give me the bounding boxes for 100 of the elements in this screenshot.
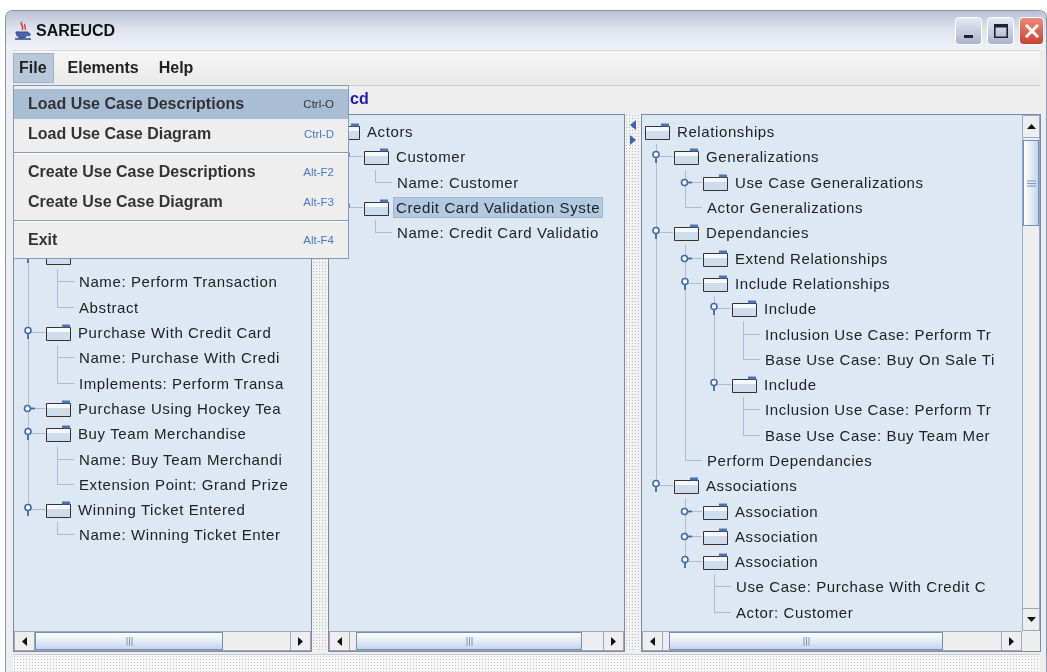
menu-item[interactable]: Exit Alt-F4 <box>14 225 348 255</box>
tree-node[interactable]: Include Relationships <box>732 272 894 294</box>
tree-node[interactable]: Extension Point: Grand Prize <box>76 473 292 495</box>
collapse-left-icon[interactable] <box>630 120 636 130</box>
shortcut-label: Alt-F4 <box>303 234 334 246</box>
arrow-right-icon <box>611 636 616 646</box>
tree-node[interactable]: Winning Ticket Entered <box>75 499 249 521</box>
menu[interactable]: Help <box>153 54 200 82</box>
grip-icon <box>125 636 133 646</box>
tree-node[interactable]: Association <box>732 525 822 547</box>
tree-node[interactable]: Purchase Using Hockey Tea <box>75 397 285 419</box>
tree-node[interactable]: Name: Purchase With Credi <box>76 347 283 369</box>
folder-icon <box>45 323 72 343</box>
minimize-button[interactable] <box>955 16 982 45</box>
folder-icon <box>45 500 72 520</box>
expanded-handle-icon[interactable] <box>709 378 721 392</box>
folder-icon <box>644 122 671 142</box>
folder-icon <box>702 526 729 546</box>
arrow-left-icon <box>337 636 342 646</box>
expanded-handle-icon[interactable] <box>651 479 663 493</box>
grip-icon <box>1026 179 1036 187</box>
folder-icon <box>45 398 72 418</box>
horizontal-scrollbar[interactable] <box>329 631 624 651</box>
tree-node[interactable]: Associations <box>703 475 801 497</box>
tree-node[interactable]: Abstract <box>76 296 142 318</box>
tree-node[interactable]: Use Case: Purchase With Credit C <box>733 576 990 598</box>
tree-node[interactable]: Association <box>732 500 822 522</box>
expanded-handle-icon[interactable] <box>680 555 692 569</box>
toolbar-label: cd <box>350 90 369 108</box>
expanded-handle-icon[interactable] <box>680 276 692 290</box>
scrollbar-thumb[interactable] <box>669 632 943 650</box>
tree-node[interactable]: Customer <box>393 146 469 168</box>
tree-node[interactable]: Name: Customer <box>394 171 522 193</box>
tree-node[interactable]: Base Use Case: Buy On Sale Ti <box>762 348 998 370</box>
folder-icon <box>673 147 700 167</box>
tree-node[interactable]: Buy Team Merchandise <box>75 423 250 445</box>
grip-icon <box>802 636 810 646</box>
menu[interactable]: File <box>13 53 54 83</box>
tree-node[interactable]: Generalizations <box>703 146 823 168</box>
menu-item[interactable]: Load Use Case Descriptions Ctrl-O <box>14 89 348 119</box>
tree-node[interactable]: Extend Relationships <box>732 247 891 269</box>
tree-node[interactable]: Dependancies <box>703 222 813 244</box>
tree-node[interactable]: Inclusion Use Case: Perform Tr <box>762 323 995 345</box>
horizontal-scrollbar[interactable] <box>14 631 311 651</box>
folder-icon <box>673 223 700 243</box>
horizontal-scrollbar[interactable] <box>642 631 1022 651</box>
menu[interactable]: Elements <box>62 54 145 82</box>
tree-node[interactable]: Name: Buy Team Merchandi <box>76 448 286 470</box>
folder-icon <box>731 299 758 319</box>
folder-icon <box>363 147 390 167</box>
shortcut-label: Alt-F2 <box>303 166 334 178</box>
vertical-scrollbar[interactable] <box>1022 115 1040 631</box>
tree-node[interactable]: Credit Card Validation Syste <box>393 197 604 219</box>
tree-node[interactable]: Purchase With Credit Card <box>75 322 275 344</box>
expanded-handle-icon[interactable] <box>709 302 721 316</box>
expanded-handle-icon[interactable] <box>23 503 35 517</box>
expand-right-icon[interactable] <box>630 135 636 145</box>
expanded-handle-icon[interactable] <box>23 326 35 340</box>
window-title: SAREUCD <box>36 21 117 40</box>
tree-node[interactable]: Inclusion Use Case: Perform Tr <box>762 399 995 421</box>
maximize-button[interactable] <box>987 16 1014 45</box>
folder-icon <box>673 476 700 496</box>
tree-node[interactable]: Name: Credit Card Validatio <box>394 222 602 244</box>
folder-icon <box>702 552 729 572</box>
tree-node[interactable]: Use Case Generalizations <box>732 171 927 193</box>
folder-icon <box>702 172 729 192</box>
expanded-handle-icon[interactable] <box>651 226 663 240</box>
minimize-icon <box>964 35 973 38</box>
tree-node[interactable]: Actor: Customer <box>733 601 857 623</box>
tree-node[interactable]: Base Use Case: Buy Team Mer <box>762 424 994 446</box>
scrollbar-thumb[interactable] <box>35 632 223 650</box>
expanded-handle-icon[interactable] <box>23 427 35 441</box>
menu-item[interactable]: Create Use Case Diagram Alt-F3 <box>14 187 348 217</box>
tree-node[interactable]: Name: Perform Transaction <box>76 271 281 293</box>
tree-node[interactable]: Relationships <box>674 121 778 143</box>
shortcut-label: Alt-F3 <box>303 196 334 208</box>
menu-item[interactable]: Load Use Case Diagram Ctrl-D <box>14 119 348 149</box>
maximize-icon <box>993 23 1008 38</box>
tree-node[interactable]: Include <box>761 298 820 320</box>
tree-node[interactable]: Name: Winning Ticket Enter <box>76 524 284 546</box>
expanded-handle-icon[interactable] <box>651 150 663 164</box>
tree-node[interactable]: Implements: Perform Transa <box>76 372 287 394</box>
close-button[interactable] <box>1019 16 1044 45</box>
scrollbar-thumb[interactable] <box>356 632 582 650</box>
tree-node[interactable]: Perform Dependancies <box>704 450 876 471</box>
folder-icon <box>731 375 758 395</box>
tree-node[interactable]: Actor Generalizations <box>704 197 866 219</box>
menu-item[interactable]: Create Use Case Descriptions Alt-F2 <box>14 157 348 187</box>
tree-node[interactable]: Actors <box>364 121 417 143</box>
grip-icon <box>465 636 473 646</box>
tree-node[interactable]: Include <box>761 374 820 396</box>
coffee-cup-icon <box>14 20 32 41</box>
arrow-right-icon <box>1009 636 1014 646</box>
shortcut-label: Ctrl-O <box>303 98 334 110</box>
arrow-right-icon <box>298 636 303 646</box>
arrow-up-icon <box>1026 124 1036 129</box>
arrow-left-icon <box>650 636 655 646</box>
scrollbar-thumb[interactable] <box>1023 140 1039 226</box>
folder-icon <box>702 501 729 521</box>
tree-node[interactable]: Association <box>732 551 822 573</box>
